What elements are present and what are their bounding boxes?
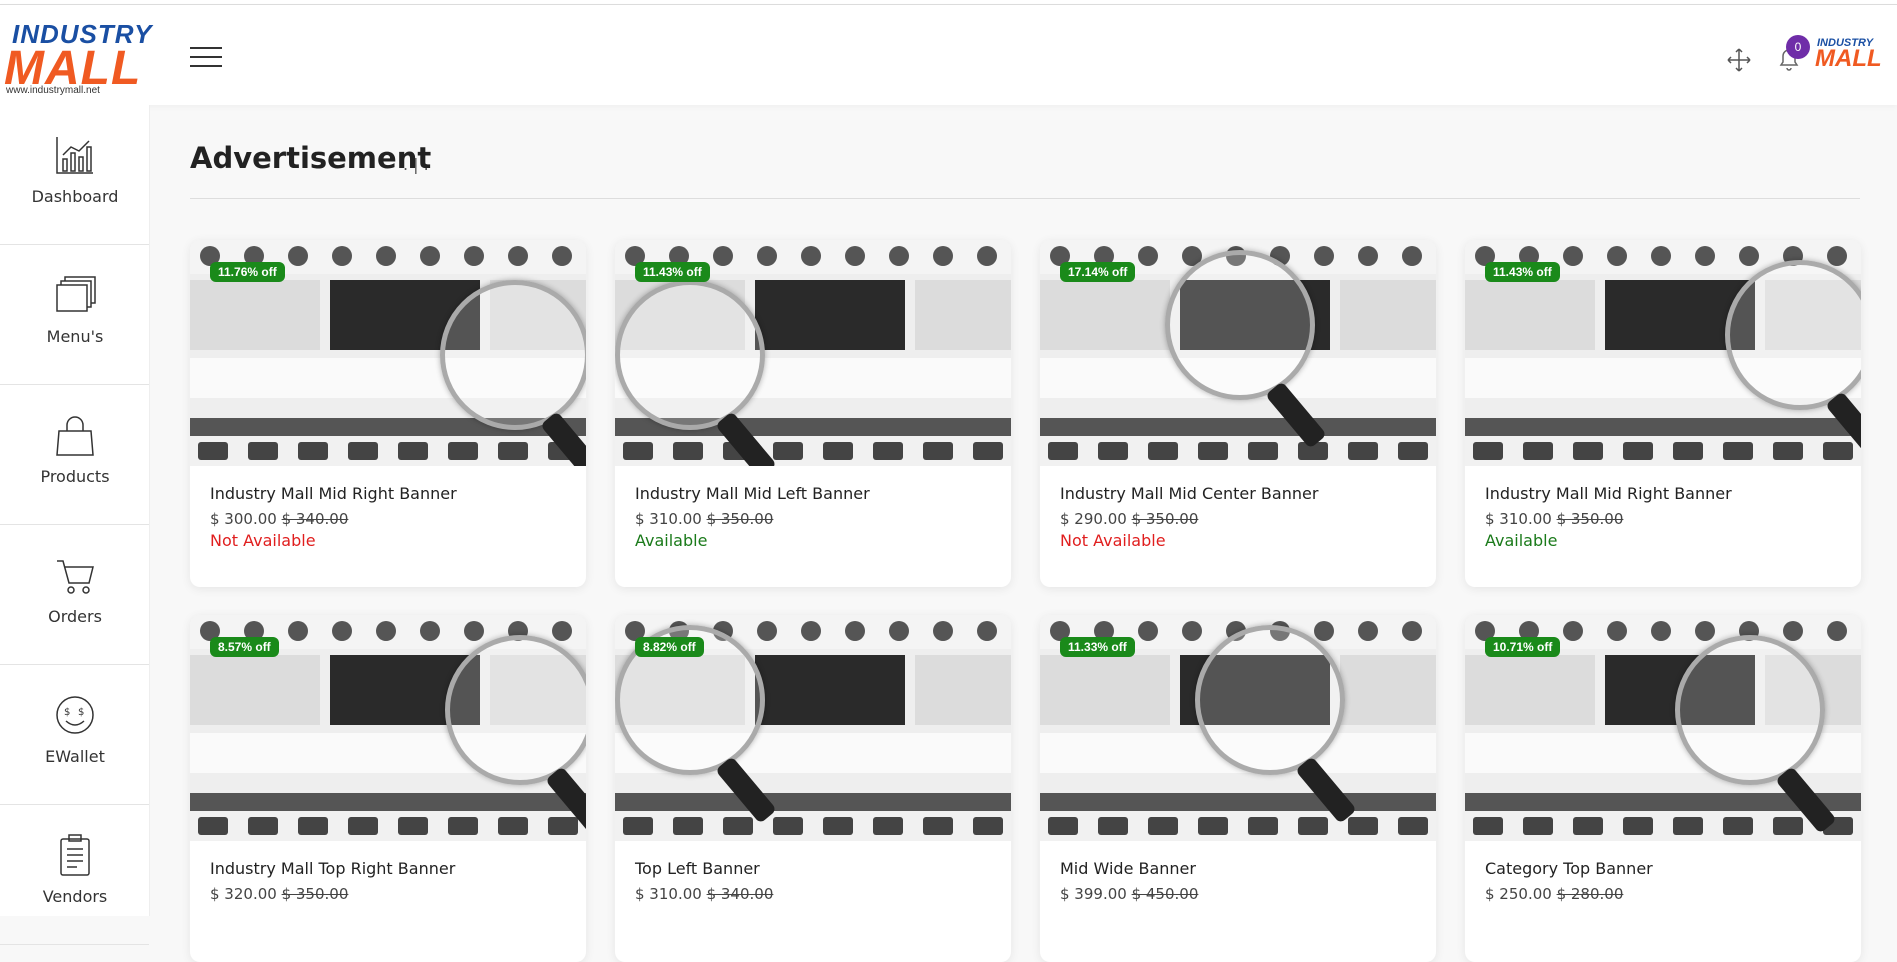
cart-icon (57, 560, 94, 594)
price: $ 250.00 $ 280.00 (1485, 885, 1623, 903)
current-price: $ 290.00 (1060, 510, 1132, 528)
breadcrumb: . | . (403, 155, 429, 174)
original-price: $ 350.00 (1556, 510, 1624, 528)
card-title: Industry Mall Top Right Banner (210, 859, 456, 878)
sidebar-item-label: Orders (48, 607, 102, 626)
wallet-icon: $ $ (56, 696, 94, 734)
avatar-main-text: MALL (1815, 45, 1882, 72)
top-header: INDUSTRY MALL www.industrymall.net 0 IND… (0, 5, 1897, 105)
fullscreen-icon[interactable] (1726, 47, 1752, 73)
sidebar-item-dashboard[interactable]: Dashboard (0, 105, 149, 245)
original-price: $ 350.00 (706, 510, 774, 528)
current-price: $ 310.00 (1485, 510, 1557, 528)
discount-badge: 17.14% off (1060, 262, 1136, 282)
current-price: $ 250.00 (1485, 885, 1557, 903)
svg-text:$: $ (78, 707, 84, 718)
advertisement-card[interactable]: 11.43% off Industry Mall Mid Left Banner $… (615, 240, 1011, 587)
current-price: $ 320.00 (210, 885, 282, 903)
discount-badge: 11.43% off (1485, 262, 1560, 282)
price: $ 310.00 $ 350.00 (1485, 510, 1623, 528)
advertisement-card[interactable]: 8.82% off Top Left Banner $ 310.00 $ 340.0… (615, 615, 1011, 962)
sidebar-item-ewallet[interactable]: $ $ EWallet (0, 665, 149, 805)
sidebar-item-products[interactable]: Products (0, 385, 149, 525)
sidebar-item-label: Menu's (46, 327, 104, 346)
original-price: $ 350.00 (281, 885, 349, 903)
card-title: Industry Mall Mid Left Banner (635, 484, 870, 503)
sidebar-item-menus[interactable]: Menu's (0, 245, 149, 385)
card-title: Mid Wide Banner (1060, 859, 1196, 878)
card-title: Top Left Banner (635, 859, 760, 878)
discount-badge: 10.71% off (1485, 637, 1561, 657)
advertisement-card[interactable]: 10.71% off Category Top Banner $ 250.00 $ … (1465, 615, 1861, 962)
current-price: $ 310.00 (635, 885, 707, 903)
price: $ 310.00 $ 350.00 (635, 510, 773, 528)
sidebar-item-label: Vendors (42, 887, 108, 906)
availability-status: Not Available (210, 531, 316, 550)
original-price: $ 450.00 (1131, 885, 1199, 903)
current-price: $ 399.00 (1060, 885, 1132, 903)
sidebar-item-vendors[interactable]: Vendors (0, 805, 149, 945)
original-price: $ 350.00 (1131, 510, 1199, 528)
page-title: Advertisement (190, 141, 432, 175)
price: $ 290.00 $ 350.00 (1060, 510, 1198, 528)
sidebar-item-label: EWallet (45, 747, 105, 766)
original-price: $ 340.00 (706, 885, 774, 903)
advertisement-card[interactable]: 8.57% off Industry Mall Top Right Banner $… (190, 615, 586, 962)
clipboard-icon (60, 834, 90, 876)
advertisement-card[interactable]: 11.76% off Industry Mall Mid Right Banner… (190, 240, 586, 587)
current-price: $ 300.00 (210, 510, 282, 528)
bag-icon (56, 416, 94, 456)
advertisement-card[interactable]: 17.14% off Industry Mall Mid Center Banne… (1040, 240, 1436, 587)
user-avatar[interactable]: INDUSTRY MALL (1815, 37, 1882, 83)
card-title: Industry Mall Mid Right Banner (210, 484, 457, 503)
card-title: Industry Mall Mid Center Banner (1060, 484, 1319, 503)
price: $ 310.00 $ 340.00 (635, 885, 773, 903)
price: $ 320.00 $ 350.00 (210, 885, 348, 903)
card-title: Industry Mall Mid Right Banner (1485, 484, 1732, 503)
menus-icon (56, 276, 96, 312)
price: $ 300.00 $ 340.00 (210, 510, 348, 528)
original-price: $ 340.00 (281, 510, 349, 528)
discount-badge: 11.33% off (1060, 637, 1135, 657)
discount-badge: 11.76% off (210, 262, 285, 282)
discount-badge: 11.43% off (635, 262, 710, 282)
availability-status: Available (635, 531, 708, 550)
logo-url-text: www.industrymall.net (6, 85, 100, 96)
notification-count-badge: 0 (1786, 35, 1810, 59)
hamburger-menu-icon[interactable] (190, 47, 222, 69)
sidebar-item-label: Dashboard (31, 187, 119, 206)
svg-text:$: $ (64, 707, 70, 718)
card-title: Category Top Banner (1485, 859, 1653, 878)
price: $ 399.00 $ 450.00 (1060, 885, 1198, 903)
availability-status: Not Available (1060, 531, 1166, 550)
advertisement-card[interactable]: 11.43% off Industry Mall Mid Right Banner… (1465, 240, 1861, 587)
discount-badge: 8.82% off (635, 637, 704, 657)
current-price: $ 310.00 (635, 510, 707, 528)
sidebar: Dashboard Menu's Products Orders $ $ EWal… (0, 105, 150, 945)
industry-mall-logo[interactable]: INDUSTRY MALL www.industrymall.net (4, 19, 151, 99)
sidebar-item-orders[interactable]: Orders (0, 525, 149, 665)
sidebar-item-label: Products (40, 467, 110, 486)
advertisement-card[interactable]: 11.33% off Mid Wide Banner $ 399.00 $ 450.… (1040, 615, 1436, 962)
title-divider (190, 198, 1860, 199)
availability-status: Available (1485, 531, 1558, 550)
discount-badge: 8.57% off (210, 637, 279, 657)
chart-icon (56, 137, 93, 174)
original-price: $ 280.00 (1556, 885, 1624, 903)
